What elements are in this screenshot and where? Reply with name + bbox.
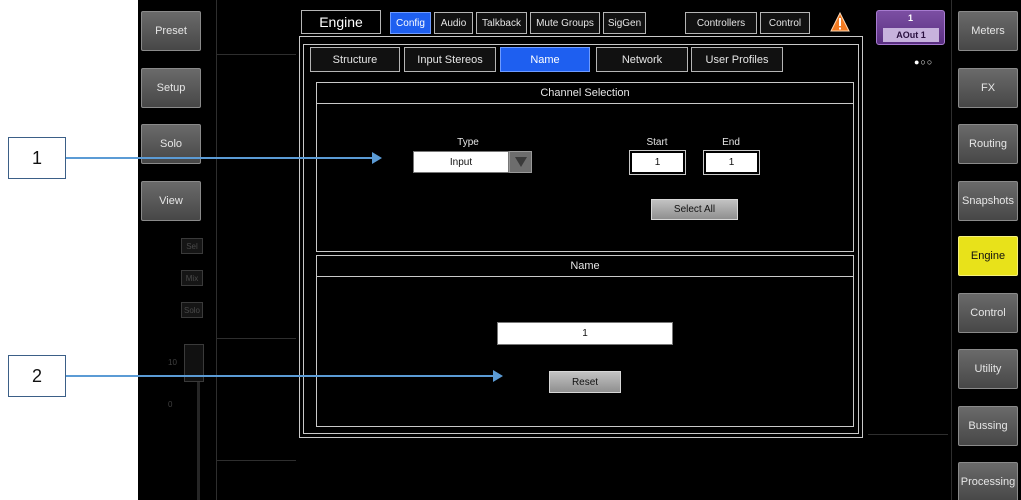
meters-button[interactable]: Meters [958, 11, 1018, 51]
strip-divider [951, 0, 952, 500]
strip-divider [216, 460, 296, 461]
subtab-input-stereos[interactable]: Input Stereos [404, 47, 496, 72]
view-label: View [159, 195, 183, 207]
start-field[interactable]: 1 [632, 153, 683, 172]
callout-2-number: 2 [31, 365, 42, 386]
control-button[interactable]: Control [958, 293, 1018, 333]
channel-badge[interactable]: 1 AOut 1 [876, 10, 945, 45]
console-screen: Preset Setup Solo View Sel Mix Solo 10 0… [138, 0, 1021, 500]
name-section-title: Name [317, 256, 853, 277]
reset-button[interactable]: Reset [549, 371, 621, 393]
callout-1-number: 1 [31, 147, 42, 168]
page-indicator: ●○○ [914, 57, 934, 67]
subtab-structure[interactable]: Structure [310, 47, 400, 72]
page-title: Engine [301, 10, 381, 34]
triangle-down-icon [514, 157, 527, 167]
utility-label: Utility [974, 363, 1002, 375]
callout-2-arrowhead [493, 370, 503, 382]
strip-sel-label: Sel [186, 241, 198, 251]
setup-button[interactable]: Setup [141, 68, 201, 108]
utility-button[interactable]: Utility [958, 349, 1018, 389]
strip-solo-label: Solo [183, 305, 200, 315]
routing-label: Routing [969, 138, 1007, 150]
callout-1: 1 [8, 137, 66, 179]
strip-divider [216, 338, 296, 339]
tab-controllers[interactable]: Controllers [685, 12, 757, 34]
subtab-network[interactable]: Network [596, 47, 688, 72]
control-label: Control [970, 307, 1006, 319]
preset-label: Preset [155, 25, 187, 37]
tab-talkback[interactable]: Talkback [476, 12, 527, 34]
strip-divider [868, 434, 948, 435]
strip-mix-button[interactable]: Mix [181, 270, 203, 286]
fader-scale-10: 10 [168, 358, 177, 367]
tab-mute-groups[interactable]: Mute Groups [530, 12, 600, 34]
fx-label: FX [980, 82, 996, 94]
start-label: Start [646, 137, 668, 148]
snapshots-label: Snapshots [962, 195, 1014, 207]
strip-solo-button[interactable]: Solo [181, 302, 203, 318]
fx-button[interactable]: FX [958, 68, 1018, 108]
type-dropdown[interactable]: Input [413, 151, 509, 173]
warning-triangle-icon[interactable] [830, 12, 850, 32]
meters-label: Meters [971, 25, 1005, 37]
select-all-button[interactable]: Select All [651, 199, 738, 220]
fader-scale-0: 0 [168, 400, 173, 409]
setup-label: Setup [156, 82, 186, 94]
type-label: Type [457, 137, 479, 148]
end-field[interactable]: 1 [706, 153, 757, 172]
name-field[interactable]: 1 [497, 322, 673, 345]
subtab-user-profiles[interactable]: User Profiles [691, 47, 783, 72]
solo-label: Solo [159, 138, 183, 150]
type-dropdown-button[interactable] [509, 151, 532, 173]
bussing-label: Bussing [968, 420, 1008, 432]
tab-audio[interactable]: Audio [434, 12, 473, 34]
channel-selection-section: Channel Selection [316, 82, 854, 252]
processing-button[interactable]: Processing [958, 462, 1018, 500]
channel-number: 1 [907, 13, 913, 23]
strip-sel-button[interactable]: Sel [181, 238, 203, 254]
callout-1-arrowhead [372, 152, 382, 164]
strip-divider [216, 0, 217, 500]
tab-siggen[interactable]: SigGen [603, 12, 646, 34]
engine-button[interactable]: Engine [958, 236, 1018, 276]
snapshots-button[interactable]: Snapshots [958, 181, 1018, 221]
strip-divider [216, 54, 296, 55]
tab-config[interactable]: Config [390, 12, 431, 34]
routing-button[interactable]: Routing [958, 124, 1018, 164]
channel-name: AOut 1 [883, 28, 939, 42]
tab-control[interactable]: Control [760, 12, 810, 34]
channel-selection-title: Channel Selection [317, 83, 853, 104]
subtab-name[interactable]: Name [500, 47, 590, 72]
end-label: End [722, 137, 740, 148]
callout-1-line [66, 157, 376, 159]
bussing-button[interactable]: Bussing [958, 406, 1018, 446]
callout-2-line [66, 375, 495, 377]
processing-label: Processing [960, 476, 1016, 488]
engine-label: Engine [970, 250, 1006, 262]
callout-2: 2 [8, 355, 66, 397]
strip-mix-label: Mix [185, 273, 199, 283]
preset-button[interactable]: Preset [141, 11, 201, 51]
view-button[interactable]: View [141, 181, 201, 221]
